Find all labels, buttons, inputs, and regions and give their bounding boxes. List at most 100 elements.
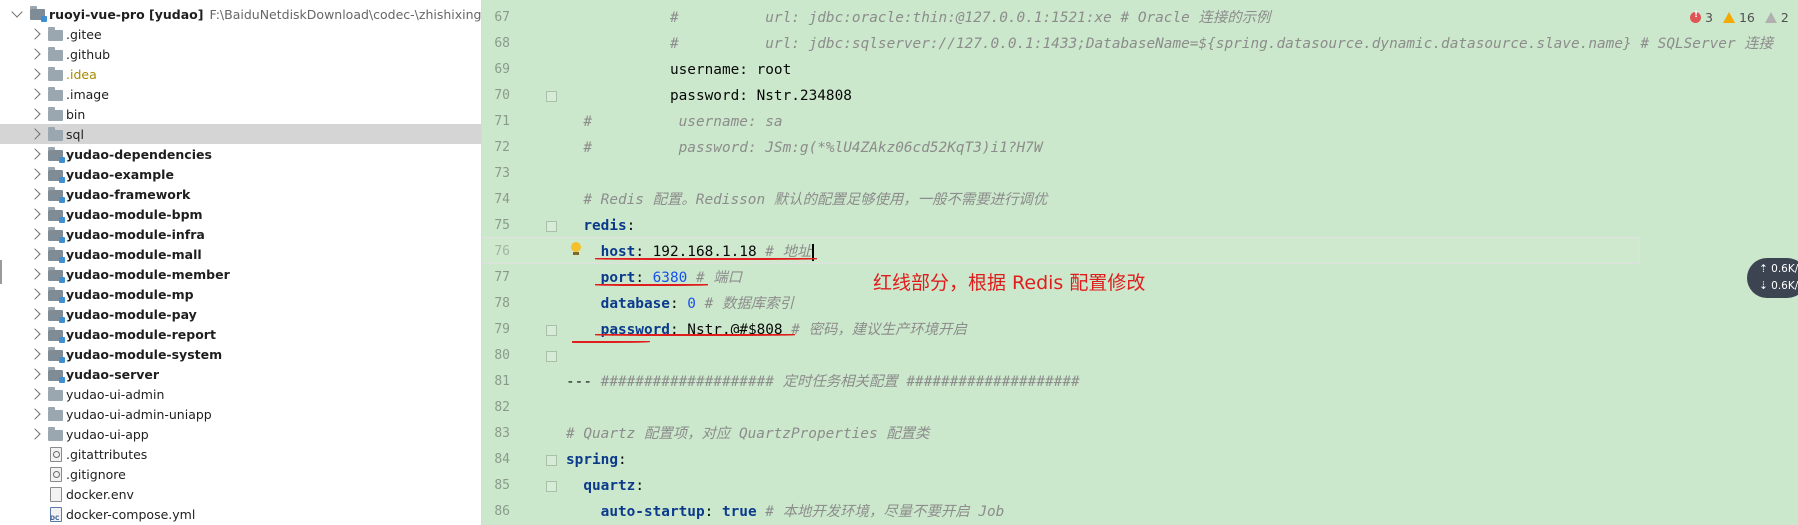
- chevron-right-icon[interactable]: [29, 48, 41, 60]
- tree-item[interactable]: .gitee: [0, 24, 481, 44]
- tree-item[interactable]: docker-compose.yml: [0, 504, 481, 524]
- code-line[interactable]: [482, 343, 1798, 369]
- folder-icon: [48, 287, 65, 303]
- tree-item[interactable]: yudao-module-system: [0, 344, 481, 364]
- tree-item[interactable]: yudao-framework: [0, 184, 481, 204]
- tree-item[interactable]: yudao-ui-app: [0, 424, 481, 444]
- code-line[interactable]: auto-startup: true # 本地开发环境，尽量不要开启 Job: [482, 499, 1798, 525]
- tree-item[interactable]: yudao-example: [0, 164, 481, 184]
- code-text: --- #################### 定时任务相关配置 ######…: [566, 369, 1080, 395]
- tree-item-label: yudao-ui-app: [66, 426, 149, 442]
- code-editor[interactable]: 67 68 69 70 71 72 73 74 75 76 77 78 79 80 81 82 83 84 85 86…: [482, 0, 1798, 525]
- tree-item[interactable]: yudao-module-mp: [0, 284, 481, 304]
- folder-icon: [48, 207, 65, 223]
- chevron-down-icon[interactable]: [11, 6, 23, 18]
- folder-icon: [48, 307, 65, 323]
- tree-item[interactable]: .gitattributes: [0, 444, 481, 464]
- code-line[interactable]: password: Nstr.@#$808 # 密码，建议生产环境开启: [482, 317, 1798, 343]
- tree-item-label: .image: [66, 86, 109, 102]
- code-line[interactable]: host: 192.168.1.18 # 地址: [482, 239, 1798, 265]
- chevron-right-icon[interactable]: [29, 228, 41, 240]
- tree-item[interactable]: yudao-ui-admin-uniapp: [0, 404, 481, 424]
- code-token: #################### 定时任务相关配置 ##########…: [600, 374, 1080, 390]
- tree-item[interactable]: yudao-module-member: [0, 264, 481, 284]
- tree-item-label: sql: [66, 126, 84, 142]
- chevron-right-icon[interactable]: [29, 348, 41, 360]
- code-text: quartz:: [566, 473, 644, 499]
- chevron-right-icon[interactable]: [29, 408, 41, 420]
- code-line[interactable]: # password: JSm:g(*%lU4ZAkz06cd52KqT3)i1…: [482, 135, 1798, 161]
- folder-icon: [48, 67, 63, 81]
- annotation-text: 红线部分，根据 Redis 配置修改: [873, 272, 1146, 294]
- tree-item[interactable]: .idea: [0, 64, 481, 84]
- project-root-row[interactable]: ruoyi-vue-pro [yudao] F:\BaiduNetdiskDown…: [0, 4, 481, 24]
- tree-item[interactable]: yudao-server: [0, 364, 481, 384]
- tree-item[interactable]: .gitignore: [0, 464, 481, 484]
- inspection-widget[interactable]: 3 16 2 ⌃: [1690, 10, 1798, 25]
- tree-item[interactable]: .image: [0, 84, 481, 104]
- chevron-right-icon[interactable]: [29, 308, 41, 320]
- chevron-right-icon[interactable]: [29, 28, 41, 40]
- code-line[interactable]: # Redis 配置。Redisson 默认的配置足够使用，一般不需要进行调优: [482, 187, 1798, 213]
- chevron-right-icon[interactable]: [29, 288, 41, 300]
- chevron-right-icon[interactable]: [29, 108, 41, 120]
- tree-item[interactable]: yudao-module-mall: [0, 244, 481, 264]
- chevron-right-icon[interactable]: [29, 208, 41, 220]
- tree-item[interactable]: yudao-ui-admin: [0, 384, 481, 404]
- chevron-right-icon[interactable]: [29, 248, 41, 260]
- code-token: password: [566, 88, 740, 104]
- tree-item[interactable]: .github: [0, 44, 481, 64]
- tree-item[interactable]: yudao-module-infra: [0, 224, 481, 244]
- tree-item-label: docker.env: [66, 486, 134, 502]
- chevron-right-icon[interactable]: [29, 68, 41, 80]
- annotation-underline-password: [595, 334, 795, 336]
- code-token: ---: [566, 374, 601, 390]
- code-text: password: Nstr.@#$808 # 密码，建议生产环境开启: [566, 317, 967, 343]
- tree-item-label: yudao-framework: [66, 186, 191, 202]
- tree-item[interactable]: docker.env: [0, 484, 481, 504]
- code-text: database: 0 # 数据库索引: [566, 291, 794, 317]
- tree-item[interactable]: yudao-dependencies: [0, 144, 481, 164]
- tree-item[interactable]: yudao-module-report: [0, 324, 481, 344]
- tree-item[interactable]: yudao-module-bpm: [0, 204, 481, 224]
- upload-speed: ⇡ 0.6K/s: [1759, 263, 1798, 275]
- annotation-underline-password-end: [572, 341, 650, 343]
- code-line[interactable]: [482, 395, 1798, 421]
- tree-item-label: yudao-module-member: [66, 266, 230, 282]
- code-line[interactable]: password: Nstr.234808: [482, 83, 1798, 109]
- tree-item[interactable]: yudao-module-pay: [0, 304, 481, 324]
- code-token: redis: [566, 218, 627, 234]
- chevron-right-icon[interactable]: [29, 368, 41, 380]
- code-line[interactable]: redis:: [482, 213, 1798, 239]
- chevron-right-icon[interactable]: [29, 88, 41, 100]
- tree-item[interactable]: sql: [0, 124, 481, 144]
- chevron-right-icon[interactable]: [29, 388, 41, 400]
- code-line[interactable]: --- #################### 定时任务相关配置 ######…: [482, 369, 1798, 395]
- chevron-right-icon[interactable]: [29, 128, 41, 140]
- chevron-right-icon[interactable]: [29, 168, 41, 180]
- chevron-right-icon[interactable]: [29, 148, 41, 160]
- code-line[interactable]: # url: jdbc:oracle:thin:@127.0.0.1:1521:…: [482, 5, 1798, 31]
- code-line[interactable]: quartz:: [482, 473, 1798, 499]
- code-line[interactable]: [482, 161, 1798, 187]
- code-line[interactable]: # Quartz 配置项，对应 QuartzProperties 配置类: [482, 421, 1798, 447]
- tree-item[interactable]: bin: [0, 104, 481, 124]
- folder-icon: [48, 27, 63, 41]
- code-text: # Redis 配置。Redisson 默认的配置足够使用，一般不需要进行调优: [566, 187, 1047, 213]
- folder-icon: [48, 367, 65, 383]
- chevron-right-icon[interactable]: [29, 428, 41, 440]
- chevron-right-icon[interactable]: [29, 268, 41, 280]
- folder-icon: [48, 227, 65, 243]
- chevron-right-icon[interactable]: [29, 188, 41, 200]
- docker-compose-file-icon: [50, 507, 62, 522]
- lightbulb-icon[interactable]: [570, 242, 582, 256]
- code-line[interactable]: # username: sa: [482, 109, 1798, 135]
- project-root-path: F:\BaiduNetdiskDownload\codec-\zhishixin…: [209, 6, 482, 22]
- code-line[interactable]: spring:: [482, 447, 1798, 473]
- code-line[interactable]: username: root: [482, 57, 1798, 83]
- chevron-right-icon[interactable]: [29, 328, 41, 340]
- tree-item-label: yudao-module-report: [66, 326, 216, 342]
- code-line[interactable]: # url: jdbc:sqlserver://127.0.0.1:1433;D…: [482, 31, 1798, 57]
- code-text: host: 192.168.1.18 # 地址: [566, 239, 814, 265]
- code-token: :: [635, 478, 644, 494]
